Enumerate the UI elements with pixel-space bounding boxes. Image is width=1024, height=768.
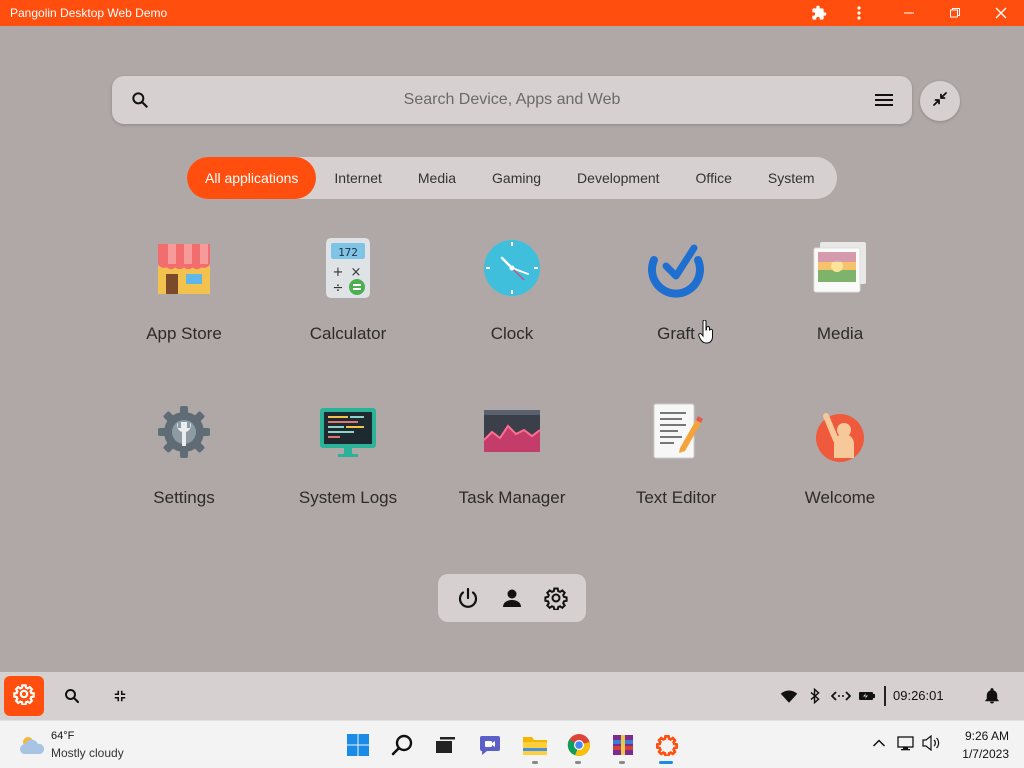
- tab-system[interactable]: System: [750, 157, 833, 199]
- weather-description: Mostly cloudy: [51, 746, 124, 760]
- extensions-icon[interactable]: [802, 0, 836, 26]
- svg-text:172: 172: [338, 246, 358, 259]
- chat-icon[interactable]: [476, 731, 504, 759]
- text-editor-icon: [644, 400, 708, 464]
- app-label: Text Editor: [635, 488, 717, 507]
- tab-office[interactable]: Office: [678, 157, 750, 199]
- search-bar: [112, 76, 912, 124]
- settings-gear-icon[interactable]: [543, 585, 569, 611]
- notifications-bell-icon[interactable]: [980, 684, 1004, 708]
- windows-start-icon[interactable]: [344, 731, 372, 759]
- restore-window-icon[interactable]: [938, 0, 972, 26]
- app-label: Calculator: [309, 324, 387, 343]
- running-indicator: [575, 761, 581, 764]
- app-label: Graft: [657, 324, 695, 343]
- app-tile-task-manager[interactable]: Task Manager: [430, 400, 594, 508]
- tab-development[interactable]: Development: [559, 157, 678, 199]
- app-label: Media: [816, 324, 864, 343]
- category-tabs: All applications Internet Media Gaming D…: [187, 157, 837, 199]
- app-label: Welcome: [804, 488, 876, 507]
- system-logs-icon: [316, 400, 380, 464]
- tab-gaming[interactable]: Gaming: [474, 157, 559, 199]
- overview-icon[interactable]: [108, 684, 132, 708]
- media-icon: [808, 236, 872, 300]
- search-icon: [130, 90, 150, 110]
- graft-icon: [644, 236, 708, 300]
- menu-icon[interactable]: [874, 90, 896, 110]
- app-label: Settings: [153, 488, 215, 507]
- calculator-icon: 172 + × ÷: [316, 236, 380, 300]
- file-explorer-icon[interactable]: [521, 731, 549, 759]
- battery-icon[interactable]: [855, 684, 879, 708]
- windows-taskbar: 64°F Mostly cloudy 9:26 AM 1/7/2023: [0, 720, 1024, 768]
- app-tile-settings[interactable]: Settings: [102, 400, 266, 508]
- winrar-icon[interactable]: [609, 731, 637, 759]
- window-titlebar: Pangolin Desktop Web Demo: [0, 0, 1024, 26]
- app-tile-system-logs[interactable]: System Logs: [266, 400, 430, 508]
- app-label: System Logs: [298, 488, 398, 507]
- chrome-icon[interactable]: [565, 731, 593, 759]
- bluetooth-icon[interactable]: [803, 684, 827, 708]
- app-label: Clock: [490, 324, 534, 343]
- pangolin-app-icon[interactable]: [653, 731, 681, 759]
- weather-temperature: 64°F: [51, 730, 75, 742]
- app-tile-media[interactable]: Media: [758, 236, 922, 344]
- app-tile-welcome[interactable]: Welcome: [758, 400, 922, 508]
- hand-cursor-icon: [698, 319, 714, 344]
- system-time[interactable]: 9:26 AM: [957, 729, 1009, 743]
- search-icon[interactable]: [60, 684, 84, 708]
- launcher-gear-icon: [13, 683, 35, 710]
- settings-icon: [152, 400, 216, 464]
- svg-text:+: +: [333, 265, 344, 280]
- power-icon[interactable]: [455, 585, 481, 611]
- app-tile-text-editor[interactable]: Text Editor: [594, 400, 758, 508]
- app-tile-clock[interactable]: Clock: [430, 236, 594, 344]
- minimize-launcher-button[interactable]: [920, 81, 960, 121]
- shell-clock[interactable]: 09:26:01: [893, 688, 944, 703]
- cloudy-weather-icon[interactable]: [18, 733, 46, 762]
- active-indicator: [659, 761, 673, 764]
- app-label: App Store: [146, 324, 222, 343]
- quick-actions: [438, 574, 586, 622]
- app-store-icon: [152, 236, 216, 300]
- app-tile-calculator[interactable]: 172 + × ÷ Calculator: [266, 236, 430, 344]
- running-indicator: [619, 761, 625, 764]
- svg-text:÷: ÷: [333, 281, 344, 296]
- chevron-up-icon[interactable]: [869, 733, 889, 753]
- welcome-icon: [808, 400, 872, 464]
- task-manager-icon: [480, 400, 544, 464]
- shell-taskbar: 09:26:01: [0, 672, 1024, 720]
- clock-icon: [480, 236, 544, 300]
- app-label: Task Manager: [458, 488, 566, 507]
- more-options-icon[interactable]: [842, 0, 876, 26]
- volume-icon[interactable]: [922, 733, 942, 753]
- divider: [884, 686, 886, 706]
- tab-media[interactable]: Media: [400, 157, 474, 199]
- tab-all-applications[interactable]: All applications: [187, 157, 317, 199]
- network-monitor-icon[interactable]: [897, 733, 917, 753]
- search-input[interactable]: [162, 76, 862, 124]
- launcher-button[interactable]: [4, 676, 44, 716]
- system-date[interactable]: 1/7/2023: [952, 747, 1009, 761]
- tab-internet[interactable]: Internet: [316, 157, 399, 199]
- minimize-window-icon[interactable]: [892, 0, 926, 26]
- collapse-icon: [932, 91, 948, 112]
- close-window-icon[interactable]: [984, 0, 1018, 26]
- app-tile-app-store[interactable]: App Store: [102, 236, 266, 344]
- running-indicator: [532, 761, 538, 764]
- network-code-icon[interactable]: [829, 684, 853, 708]
- wifi-icon[interactable]: [777, 684, 801, 708]
- windows-search-icon[interactable]: [389, 731, 417, 759]
- svg-text:×: ×: [351, 265, 362, 280]
- app-tile-graft[interactable]: Graft: [594, 236, 758, 344]
- user-icon[interactable]: [499, 585, 525, 611]
- task-view-icon[interactable]: [431, 731, 459, 759]
- window-title: Pangolin Desktop Web Demo: [10, 6, 168, 20]
